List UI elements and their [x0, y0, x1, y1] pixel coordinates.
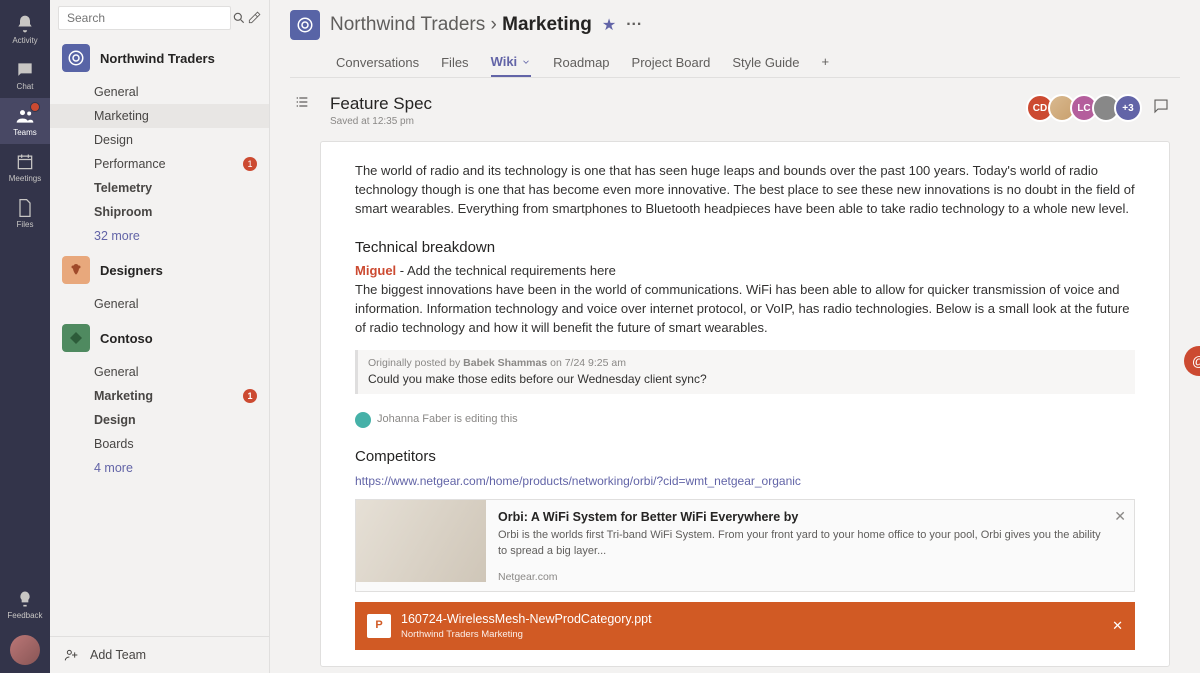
channel-marketing[interactable]: Marketing — [50, 104, 269, 128]
rail-meetings[interactable]: Meetings — [0, 144, 50, 190]
external-link[interactable]: https://www.netgear.com/home/products/ne… — [355, 474, 801, 488]
close-icon[interactable]: ✕ — [1114, 506, 1126, 526]
quoted-reply: Originally posted by Babek Shammas on 7/… — [355, 350, 1135, 395]
crumb-channel: Marketing — [502, 14, 592, 35]
channels-more[interactable]: 32 more — [50, 224, 269, 248]
powerpoint-icon: P — [367, 614, 391, 638]
attachment-name: 160724-WirelessMesh-NewProdCategory.ppt — [401, 610, 652, 628]
main-area: Northwind Traders › Marketing ★ ··· Conv… — [270, 0, 1200, 673]
attachment-card[interactable]: P 160724-WirelessMesh-NewProdCategory.pp… — [355, 602, 1135, 650]
mention[interactable]: Miguel — [355, 263, 396, 278]
notification-badge — [30, 102, 40, 112]
close-icon[interactable]: ✕ — [1112, 617, 1123, 636]
channel-performance[interactable]: Performance1 — [50, 152, 269, 176]
add-team-button[interactable]: Add Team — [50, 636, 269, 673]
team-northwind[interactable]: Northwind Traders — [50, 36, 269, 80]
compose-icon[interactable] — [246, 11, 261, 25]
attachment-location: Northwind Traders Marketing — [401, 628, 652, 642]
member-more[interactable]: +3 — [1114, 94, 1142, 122]
rail-teams[interactable]: Teams — [0, 98, 50, 144]
channel-general[interactable]: General — [50, 292, 269, 316]
channel-tabs: Conversations Files Wiki Roadmap Project… — [290, 48, 1180, 78]
mention-fab[interactable]: @ — [1184, 346, 1200, 376]
channel-shiproom[interactable]: Shiproom — [50, 200, 269, 224]
designers-logo — [62, 256, 90, 284]
tab-files[interactable]: Files — [441, 48, 468, 77]
add-team-icon — [64, 647, 80, 663]
page-saved-label: Saved at 12:35 pm — [330, 116, 432, 127]
channel-logo — [290, 10, 320, 40]
search-icon[interactable] — [231, 11, 246, 25]
tab-conversations[interactable]: Conversations — [336, 48, 419, 77]
tab-roadmap[interactable]: Roadmap — [553, 48, 609, 77]
breadcrumb: Northwind Traders › Marketing ★ ··· — [290, 10, 1180, 40]
contoso-logo — [62, 324, 90, 352]
user-avatar[interactable] — [10, 635, 40, 665]
rail-activity[interactable]: Activity — [0, 6, 50, 52]
favorite-icon[interactable]: ★ — [602, 15, 616, 35]
files-icon — [15, 198, 35, 218]
editing-indicator: Johanna Faber is editing this — [355, 412, 1135, 428]
rail-feedback[interactable]: Feedback — [0, 581, 50, 627]
card-image — [356, 500, 486, 582]
team-designers[interactable]: Designers — [50, 248, 269, 292]
intro-text: The world of radio and its technology is… — [355, 162, 1135, 219]
channel-general[interactable]: General — [50, 360, 269, 384]
channel-telemetry[interactable]: Telemetry — [50, 176, 269, 200]
channel-general[interactable]: General — [50, 80, 269, 104]
bulb-icon — [15, 589, 35, 609]
rail-files[interactable]: Files — [0, 190, 50, 236]
card-source: Netgear.com — [498, 570, 1106, 585]
chevron-down-icon — [521, 57, 531, 67]
channel-boards[interactable]: Boards — [50, 432, 269, 456]
unread-badge: 1 — [243, 157, 257, 171]
rail-chat[interactable]: Chat — [0, 52, 50, 98]
tab-project-board[interactable]: Project Board — [632, 48, 711, 77]
card-title: Orbi: A WiFi System for Better WiFi Ever… — [498, 508, 1106, 526]
calendar-icon — [15, 152, 35, 172]
team-name-label: Northwind Traders — [100, 51, 215, 66]
teams-sidebar: Northwind Traders General Marketing Desi… — [50, 0, 270, 673]
channel-design[interactable]: Design — [50, 408, 269, 432]
search-input[interactable] — [58, 6, 231, 30]
northwind-logo — [62, 44, 90, 72]
card-description: Orbi is the worlds first Tri-band WiFi S… — [498, 528, 1106, 560]
app-rail: Activity Chat Teams Meetings Files Feedb… — [0, 0, 50, 673]
link-preview-card[interactable]: Orbi: A WiFi System for Better WiFi Ever… — [355, 499, 1135, 592]
page-members: CD LC +3 — [1032, 94, 1170, 122]
wiki-document[interactable]: The world of radio and its technology is… — [320, 141, 1170, 667]
more-icon[interactable]: ··· — [626, 16, 642, 34]
unread-badge: 1 — [243, 389, 257, 403]
team-name-label: Contoso — [100, 331, 153, 346]
tab-wiki[interactable]: Wiki — [491, 48, 532, 77]
add-tab-button[interactable]: + — [822, 48, 830, 77]
section-heading: Competitors — [355, 446, 1135, 468]
channel-design[interactable]: Design — [50, 128, 269, 152]
channels-more[interactable]: 4 more — [50, 456, 269, 480]
tech-body: The biggest innovations have been in the… — [355, 281, 1135, 338]
chat-icon — [15, 60, 35, 80]
section-heading: Technical breakdown — [355, 237, 1135, 259]
team-name-label: Designers — [100, 263, 163, 278]
page-title: Feature Spec — [330, 94, 432, 114]
conversation-icon[interactable] — [1152, 97, 1170, 120]
add-team-label: Add Team — [90, 648, 146, 662]
channel-marketing[interactable]: Marketing1 — [50, 384, 269, 408]
tab-style-guide[interactable]: Style Guide — [732, 48, 799, 77]
presence-dot — [355, 412, 371, 428]
team-contoso[interactable]: Contoso — [50, 316, 269, 360]
toc-icon[interactable] — [294, 94, 310, 115]
crumb-team[interactable]: Northwind Traders — [330, 14, 485, 35]
bell-icon — [15, 14, 35, 34]
